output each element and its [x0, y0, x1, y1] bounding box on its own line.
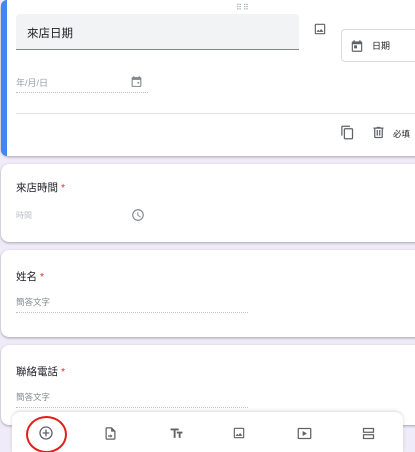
- short-answer-field: 簡答文字: [16, 296, 248, 313]
- question-title-text: 聯絡電話: [16, 366, 58, 378]
- active-question-card[interactable]: ⠿⠿ 來店日期 日期 年/月/日 必填: [1, 0, 415, 156]
- required-toggle-label[interactable]: 必填: [393, 128, 410, 140]
- time-answer-field: 時間: [16, 208, 146, 224]
- add-image-button[interactable]: [230, 424, 248, 442]
- highlight-circle-annotation: [26, 416, 67, 452]
- calendar-icon: [351, 39, 363, 52]
- delete-icon[interactable]: [371, 125, 386, 140]
- question-type-label: 日期: [372, 41, 391, 51]
- import-questions-button[interactable]: [101, 424, 119, 442]
- question-title-text: 來店時間: [16, 182, 58, 194]
- duplicate-icon[interactable]: [340, 125, 355, 140]
- add-section-button[interactable]: [359, 424, 377, 442]
- active-indicator: [1, 0, 7, 156]
- add-title-button[interactable]: [167, 424, 185, 442]
- import-icon: [105, 426, 115, 440]
- add-item-toolbar: [12, 412, 403, 452]
- time-placeholder: 時間: [16, 211, 32, 220]
- add-video-button[interactable]: [295, 424, 313, 442]
- drag-handle-icon[interactable]: ⠿⠿: [236, 3, 250, 12]
- question-title: 姓名 *: [16, 269, 44, 284]
- required-asterisk: *: [61, 182, 66, 194]
- add-image-icon[interactable]: [313, 22, 327, 36]
- image-icon: [233, 427, 245, 439]
- section-icon: [362, 427, 374, 439]
- video-icon: [297, 427, 311, 439]
- calendar-icon: [131, 76, 142, 87]
- required-asterisk: *: [40, 271, 45, 283]
- card-footer-divider: [16, 113, 415, 114]
- question-card-name[interactable]: 姓名 * 簡答文字: [1, 250, 415, 337]
- date-answer-field: 年/月/日: [16, 73, 148, 93]
- question-card-time[interactable]: 來店時間 * 時間: [1, 164, 415, 242]
- question-type-dropdown[interactable]: 日期: [341, 29, 415, 62]
- required-asterisk: *: [61, 366, 66, 378]
- short-answer-field: 簡答文字: [16, 391, 248, 408]
- clock-icon: [132, 209, 144, 221]
- question-title-text: 姓名: [16, 271, 37, 283]
- question-title: 來店時間 *: [16, 180, 65, 195]
- date-placeholder: 年/月/日: [16, 78, 49, 88]
- question-title: 聯絡電話 *: [16, 364, 65, 379]
- text-title-icon: [170, 428, 182, 438]
- question-title-input[interactable]: 來店日期: [16, 14, 299, 50]
